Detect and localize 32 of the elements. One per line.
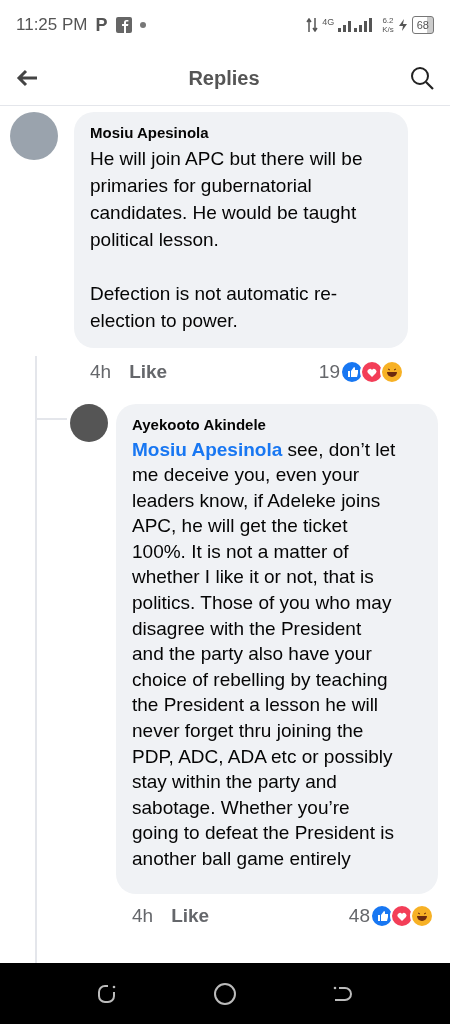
speed-unit: K/s xyxy=(382,25,394,34)
dot-icon xyxy=(139,22,146,28)
like-reaction-icon xyxy=(370,903,394,928)
notification-icon: P xyxy=(95,11,108,39)
love-reaction-icon xyxy=(360,359,384,384)
reaction-count: 19 xyxy=(318,359,340,384)
speed-value: 6.2 xyxy=(382,16,394,25)
battery-level: 68 xyxy=(411,15,434,35)
comment-time: 4h xyxy=(90,359,112,384)
page-title: Replies xyxy=(188,65,260,91)
avatar[interactable] xyxy=(70,404,108,442)
love-reaction-icon xyxy=(390,903,414,928)
notification-app-icon xyxy=(115,17,132,33)
like-reaction-icon xyxy=(340,359,364,384)
comment-time: 4h xyxy=(132,903,154,928)
reaction-count: 48 xyxy=(348,903,370,928)
haha-reaction-icon xyxy=(410,903,434,928)
home-icon xyxy=(214,982,236,1005)
data-arrows-icon xyxy=(306,18,319,32)
comment-text: Mosiu Apesinola see, don’t let me deceive you, even your leaders know, if Adeleke joins APC, he will get the ticket 100%. It is not a matter of whether I like it or not, that is politics. Those of you who may disagree with the President and the party also have your choice of rebelling by teaching the President a lesson he will never forget thru joining the PDP, ADC, ADA etc or possibly stay within the party and sabotage. Whether you’re going to defeat the President is another ball game entirely xyxy=(132,437,397,871)
search-button[interactable] xyxy=(410,65,434,90)
charging-icon xyxy=(397,19,408,31)
like-link[interactable]: Like xyxy=(171,901,210,931)
recent-apps-icon xyxy=(96,983,117,1004)
comment-author[interactable]: Mosiu Apesinola xyxy=(90,122,392,145)
comment-author[interactable]: Ayekooto Akindele xyxy=(132,414,398,437)
like-link[interactable]: Like xyxy=(129,357,168,386)
network-type: 4G xyxy=(322,15,335,29)
comment-text: He will join APC but there will be primaries for gubernatorial candidates. He would be taught political lesson. xyxy=(90,146,364,252)
status-time: 11:25 PM xyxy=(16,14,88,37)
comment-text: Defection is not automatic re-election to power. xyxy=(90,281,339,333)
haha-reaction-icon xyxy=(380,359,404,384)
